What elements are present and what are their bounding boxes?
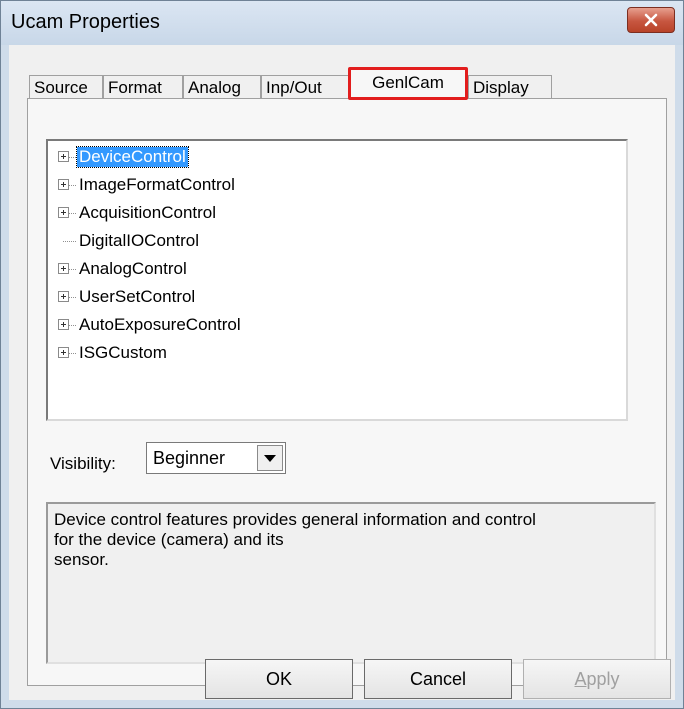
cancel-button[interactable]: Cancel (364, 659, 512, 699)
tree-item-label: DigitalIOControl (79, 231, 199, 250)
dropdown-button[interactable] (257, 445, 283, 471)
tree-item-acquisitioncontrol[interactable]: AcquisitionControl (48, 201, 626, 225)
close-icon (644, 13, 658, 27)
expand-icon[interactable] (58, 291, 69, 302)
tab-genlcam[interactable]: GenlCam (348, 67, 468, 100)
properties-window: Ucam Properties Source Format Analog Inp… (0, 0, 684, 709)
tree-item-label: ISGCustom (79, 343, 167, 362)
title-bar: Ucam Properties (1, 1, 683, 45)
tree-item-isgcustom[interactable]: ISGCustom (48, 341, 626, 365)
tree-item-label: UserSetControl (79, 287, 196, 306)
tree-item-label: AnalogControl (79, 259, 187, 278)
tree-connector (69, 213, 76, 214)
expand-icon[interactable] (58, 207, 69, 218)
tree-connector (69, 157, 76, 158)
expand-icon[interactable] (58, 151, 69, 162)
visibility-select[interactable]: Beginner (146, 442, 286, 474)
expand-icon[interactable] (58, 179, 69, 190)
expand-icon[interactable] (58, 347, 69, 358)
tree-connector (69, 185, 76, 186)
tab-format[interactable]: Format (103, 75, 183, 99)
tree-connector (69, 353, 76, 354)
tree-item-label: DeviceControl (76, 146, 189, 168)
expand-icon[interactable] (58, 263, 69, 274)
tab-display[interactable]: Display (468, 75, 552, 99)
tree-item-label: AutoExposureControl (79, 315, 241, 334)
ok-button[interactable]: OK (205, 659, 353, 699)
tab-analog[interactable]: Analog (183, 75, 261, 99)
tree-connector (69, 297, 76, 298)
tree-item-imageformatcontrol[interactable]: ImageFormatControl (48, 173, 626, 197)
dialog-body: Source Format Analog Inp/Out GenlCam Dis… (9, 45, 675, 700)
tree-item-autoexposurecontrol[interactable]: AutoExposureControl (48, 313, 626, 337)
tree-item-devicecontrol[interactable]: DeviceControl (48, 145, 626, 169)
chevron-down-icon (264, 455, 276, 462)
expand-icon[interactable] (58, 319, 69, 330)
tree-item-label: AcquisitionControl (79, 203, 217, 222)
tree-item-usersetcontrol[interactable]: UserSetControl (48, 285, 626, 309)
tree-item-digitaliocontrol[interactable]: DigitalIOControl (48, 229, 626, 253)
apply-mnemonic: A (574, 669, 587, 689)
tree-connector (69, 269, 76, 270)
feature-description: Device control features provides general… (46, 502, 656, 664)
feature-tree[interactable]: DeviceControl ImageFormatControl Acquisi… (46, 139, 628, 421)
tab-inp-out[interactable]: Inp/Out (261, 75, 349, 99)
genlcam-panel: DeviceControl ImageFormatControl Acquisi… (27, 98, 667, 686)
close-button[interactable] (627, 7, 675, 33)
window-title: Ucam Properties (11, 11, 160, 33)
tree-connector (63, 241, 76, 242)
tab-source[interactable]: Source (29, 75, 103, 99)
visibility-label: Visibility: (50, 454, 116, 473)
apply-label: Apply (574, 669, 620, 689)
tree-item-label: ImageFormatControl (79, 175, 235, 194)
tree-connector (69, 325, 76, 326)
apply-button[interactable]: Apply (523, 659, 671, 699)
visibility-value: Beginner (153, 448, 226, 468)
tree-item-analogcontrol[interactable]: AnalogControl (48, 257, 626, 281)
